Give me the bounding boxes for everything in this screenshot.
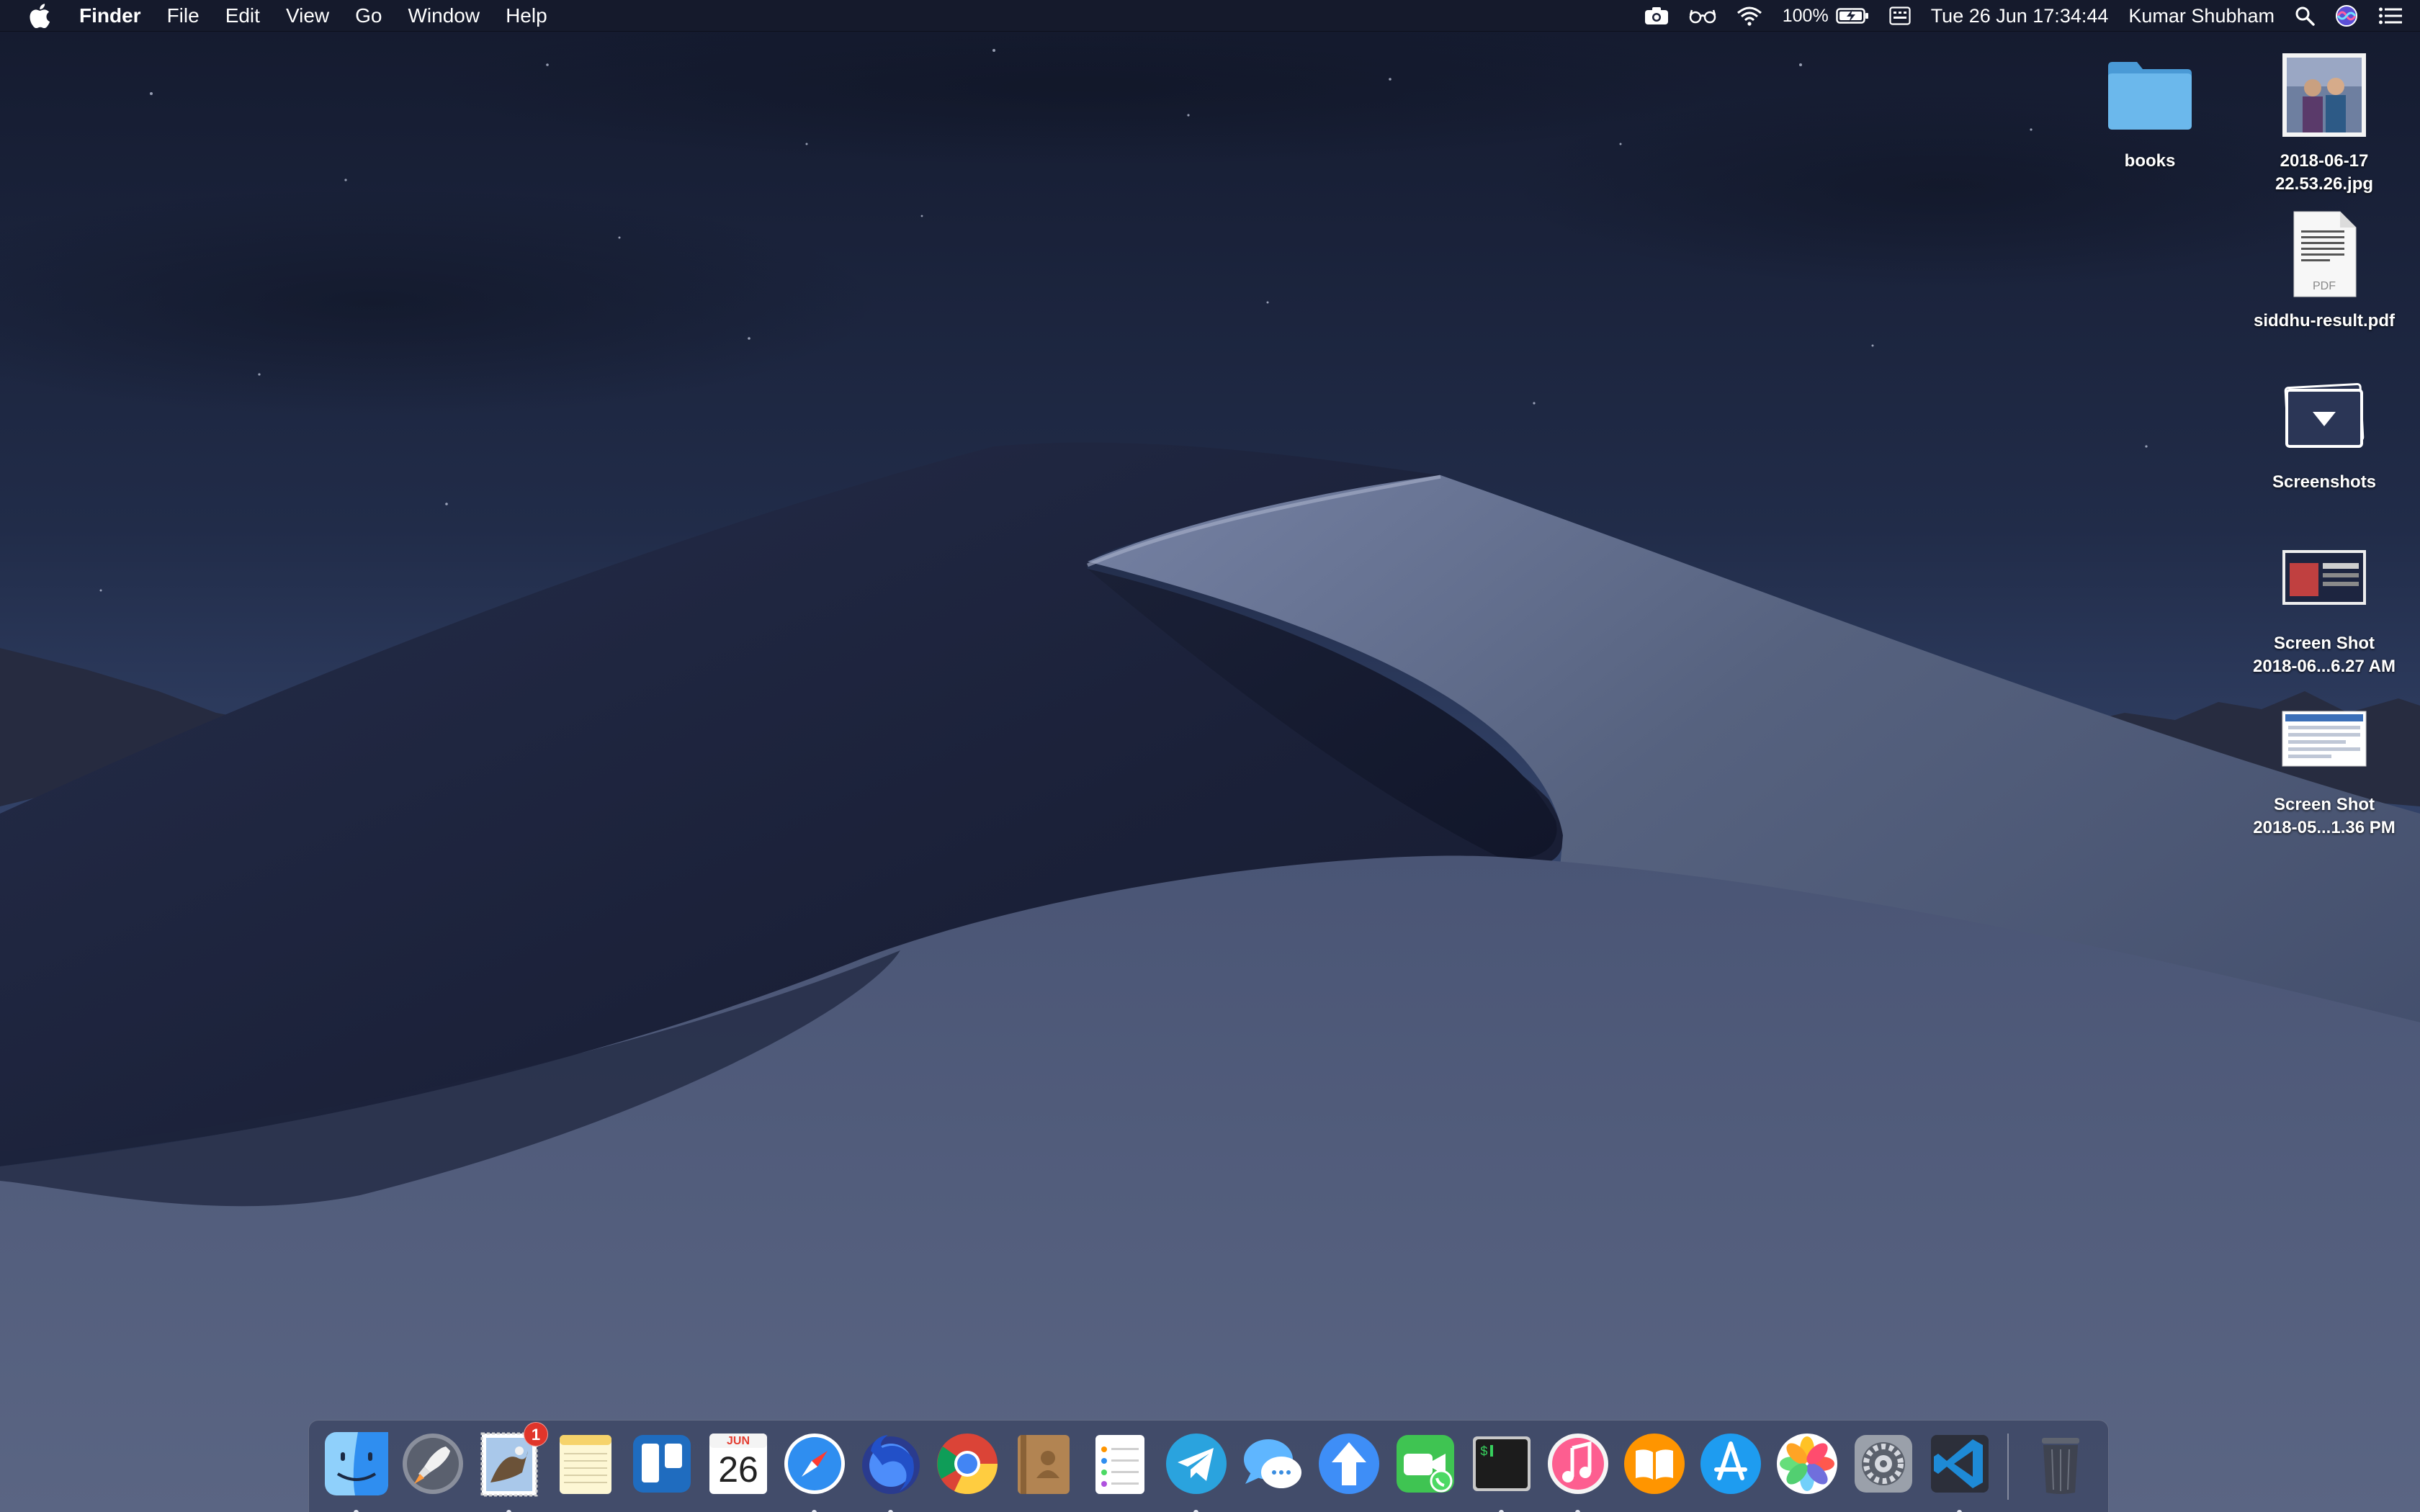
- mail-unread-badge: 1: [524, 1422, 548, 1446]
- dock-separator: [2007, 1434, 2009, 1500]
- desktop-item-label: Screenshots: [2272, 472, 2377, 492]
- menubar-user-name[interactable]: Kumar Shubham: [2118, 0, 2285, 32]
- dock-itunes[interactable]: [1543, 1429, 1613, 1512]
- dock-app-store[interactable]: [1696, 1429, 1765, 1498]
- dock-mail[interactable]: 1: [475, 1422, 548, 1512]
- calendar-day: 26: [718, 1449, 758, 1490]
- desktop-item-label: books: [2124, 151, 2176, 171]
- menu-window[interactable]: Window: [395, 0, 493, 32]
- telegram-icon: [1162, 1429, 1231, 1498]
- desktop-item-label: 2018-06-17 22.53.26.jpg: [2275, 151, 2374, 194]
- battery-percent[interactable]: 100%: [1773, 0, 1833, 32]
- terminal-icon: $: [1467, 1429, 1536, 1498]
- svg-text:$: $: [1480, 1445, 1488, 1459]
- desktop-item-screenshot-2018-05[interactable]: Screen Shot 2018-05...1.36 PM: [2234, 688, 2414, 840]
- finder-icon: [322, 1429, 391, 1498]
- dock-facetime[interactable]: [1391, 1429, 1460, 1498]
- battery-charging-icon[interactable]: [1833, 0, 1879, 32]
- desktop-item-photo-2018-06-17[interactable]: 2018-06-17 22.53.26.jpg: [2234, 45, 2414, 196]
- dock-visual-studio-code[interactable]: [1925, 1429, 1994, 1512]
- desktop-item-label: Screen Shot 2018-05...1.36 PM: [2253, 795, 2396, 837]
- notes-icon: [551, 1429, 620, 1498]
- apple-menu-icon[interactable]: [0, 0, 79, 32]
- dock-trello[interactable]: [627, 1429, 696, 1498]
- pdf-file-icon: PDF: [2274, 204, 2375, 305]
- dock-chrome[interactable]: [933, 1429, 1002, 1498]
- dock-trash[interactable]: [2026, 1429, 2095, 1498]
- mail-stamp-icon: 1: [475, 1422, 548, 1498]
- photo-thumbnail-icon: [2274, 45, 2375, 145]
- stack-icon: [2274, 366, 2375, 467]
- folder-icon: [2099, 45, 2200, 145]
- dock-safari[interactable]: [780, 1429, 849, 1512]
- dock-terminal[interactable]: $: [1467, 1429, 1536, 1512]
- menu-file[interactable]: File: [154, 0, 212, 32]
- desktop-wallpaper: [0, 0, 2420, 1512]
- calendar-icon: JUN 26: [704, 1429, 773, 1498]
- menu-edit[interactable]: Edit: [212, 0, 273, 32]
- dock-notes[interactable]: [551, 1429, 620, 1498]
- wifi-icon[interactable]: [1726, 0, 1773, 32]
- pdf-tag: PDF: [2313, 280, 2336, 292]
- app-store-icon: [1696, 1429, 1765, 1498]
- vscode-icon: [1925, 1429, 1994, 1498]
- firefox-icon: [856, 1429, 926, 1498]
- menubar-clock[interactable]: Tue 26 Jun 17:34:44: [1921, 0, 2119, 32]
- desktop-item-screenshot-2018-06[interactable]: Screen Shot 2018-06...6.27 AM: [2234, 527, 2414, 678]
- dock-calendar[interactable]: JUN 26: [704, 1429, 773, 1498]
- input-keyboard-icon[interactable]: [1879, 0, 1921, 32]
- photos-flower-icon: [1773, 1429, 1842, 1498]
- dock-telegram[interactable]: [1162, 1429, 1231, 1512]
- spotlight-search-icon[interactable]: [2285, 0, 2325, 32]
- itunes-music-icon: [1543, 1429, 1613, 1498]
- menu-view[interactable]: View: [273, 0, 342, 32]
- dock-launchpad[interactable]: [398, 1429, 467, 1498]
- desktop-item-label: siddhu-result.pdf: [2254, 311, 2395, 330]
- dock-transloader[interactable]: [1314, 1429, 1384, 1498]
- reminders-icon: [1085, 1429, 1155, 1498]
- dock: 1 JUN 26 $: [308, 1420, 2109, 1512]
- menu-app-finder[interactable]: Finder: [79, 0, 154, 32]
- dock-photos[interactable]: [1773, 1429, 1842, 1498]
- facetime-icon: [1391, 1429, 1460, 1498]
- launchpad-rocket-icon: [398, 1429, 467, 1498]
- dock-firefox[interactable]: [856, 1429, 926, 1512]
- screenshot-camera-icon[interactable]: [1634, 0, 1679, 32]
- ibooks-icon: [1620, 1429, 1689, 1498]
- calendar-month: JUN: [726, 1435, 750, 1447]
- dock-reminders[interactable]: [1085, 1429, 1155, 1498]
- desktop-item-label: Screen Shot 2018-06...6.27 AM: [2253, 634, 2396, 676]
- dock-system-preferences[interactable]: [1849, 1429, 1918, 1498]
- menu-help[interactable]: Help: [493, 0, 560, 32]
- messages-bubble-icon: [1238, 1429, 1307, 1498]
- gear-icon: [1849, 1429, 1918, 1498]
- desktop-item-siddhu-result-pdf[interactable]: PDF siddhu-result.pdf: [2234, 204, 2414, 333]
- notification-center-icon[interactable]: [2368, 0, 2420, 32]
- glasses-icon[interactable]: [1679, 0, 1726, 32]
- trash-icon: [2026, 1429, 2095, 1498]
- contacts-book-icon: [1009, 1429, 1078, 1498]
- desktop-item-screenshots-stack[interactable]: Screenshots: [2234, 366, 2414, 494]
- screenshot-thumbnail-icon: [2274, 688, 2375, 789]
- siri-icon[interactable]: [2325, 0, 2368, 32]
- dock-ibooks[interactable]: [1620, 1429, 1689, 1498]
- dock-finder[interactable]: [322, 1429, 391, 1512]
- desktop-item-books[interactable]: books: [2060, 45, 2240, 173]
- dock-messages[interactable]: [1238, 1429, 1307, 1498]
- menu-go[interactable]: Go: [342, 0, 395, 32]
- upload-arrow-icon: [1314, 1429, 1384, 1498]
- dock-contacts[interactable]: [1009, 1429, 1078, 1498]
- trello-icon: [627, 1429, 696, 1498]
- chrome-icon: [933, 1429, 1002, 1498]
- safari-compass-icon: [780, 1429, 849, 1498]
- screenshot-thumbnail-icon: [2274, 527, 2375, 628]
- menu-bar: Finder File Edit View Go Window Help 100…: [0, 0, 2420, 32]
